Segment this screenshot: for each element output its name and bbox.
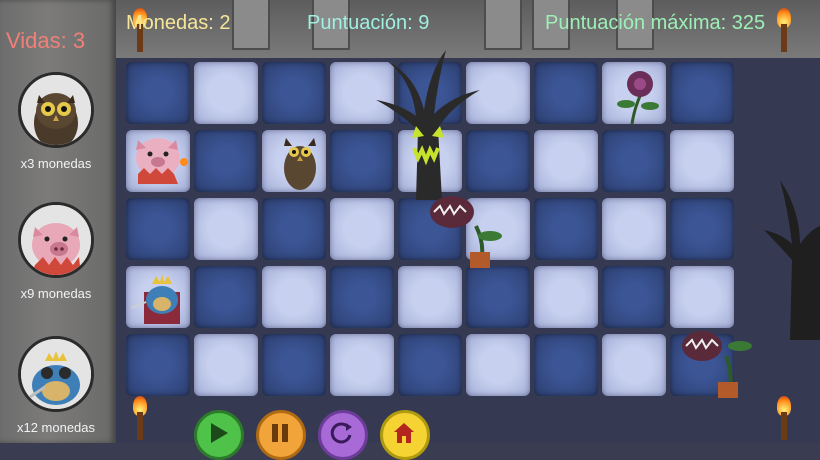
home-button[interactable] [380,410,430,460]
shop-unit-frog-king[interactable]: x12 monedas [10,336,102,435]
board-tile[interactable] [670,130,734,192]
carnivorous-plant-enemy [678,316,762,405]
board-tile[interactable] [194,198,258,260]
board-tile[interactable] [262,266,326,328]
owl-cost-label: x3 monedas [20,156,92,171]
board-tile[interactable] [602,198,666,260]
board-tile[interactable] [126,62,190,124]
board-tile[interactable] [602,334,666,396]
board-tile[interactable] [602,130,666,192]
frog-king-defender[interactable] [130,264,192,333]
wall-pillar [232,0,270,50]
board-tile[interactable] [534,62,598,124]
board-tile[interactable] [126,198,190,260]
board-tile[interactable] [194,62,258,124]
board-tile[interactable] [194,334,258,396]
home-icon [394,423,414,443]
board-tile[interactable] [534,198,598,260]
play-icon [211,423,228,443]
score-counter: Puntuación: 9 [307,12,430,34]
torch-icon [132,396,148,440]
board-tile[interactable] [670,62,734,124]
restart-button[interactable] [318,410,368,460]
game-stage: Vidas: 3 x3 monedas x9 monedas x12 moned… [0,0,820,460]
owl-icon [18,72,94,148]
board-tile[interactable] [262,334,326,396]
tree-silhouette [760,170,820,345]
pig-icon [18,202,94,278]
board-tile[interactable] [466,266,530,328]
unit-shop-panel: Vidas: 3 x3 monedas x9 monedas x12 moned… [0,0,116,443]
board-tile[interactable] [330,334,394,396]
carnivorous-plant-enemy [426,186,516,275]
board-tile[interactable] [534,130,598,192]
board-tile[interactable] [466,334,530,396]
lives-counter: Vidas: 3 [6,28,86,53]
board-tile[interactable] [670,198,734,260]
coins-counter: Monedas: 2 [126,12,231,34]
best-score-counter: Puntuación máxima: 325 [545,12,766,34]
board-tile[interactable] [194,266,258,328]
board-tile[interactable] [262,62,326,124]
owl-defender[interactable] [270,130,330,197]
purple-flower-enemy [612,66,668,131]
board-tile[interactable] [534,266,598,328]
restart-icon [330,422,352,444]
torch-icon [776,396,792,440]
pig-defender[interactable] [130,128,190,195]
board-tile[interactable] [398,334,462,396]
pause-button[interactable] [256,410,306,460]
board-tile[interactable] [330,198,394,260]
haunted-tree-enemy [356,40,496,205]
board-tile[interactable] [602,266,666,328]
shop-unit-pig[interactable]: x9 monedas [10,202,102,301]
frog-king-icon [18,336,94,412]
board-tile[interactable] [194,130,258,192]
board-tile[interactable] [398,266,462,328]
board-tile[interactable] [126,334,190,396]
torch-icon [776,8,792,52]
play-button[interactable] [194,410,244,460]
board-tile[interactable] [262,198,326,260]
frog-king-cost-label: x12 monedas [16,420,96,435]
shop-unit-owl[interactable]: x3 monedas [10,72,102,171]
pig-cost-label: x9 monedas [20,286,92,301]
board-tile[interactable] [534,334,598,396]
board-tile[interactable] [330,266,394,328]
pause-icon [272,424,288,442]
